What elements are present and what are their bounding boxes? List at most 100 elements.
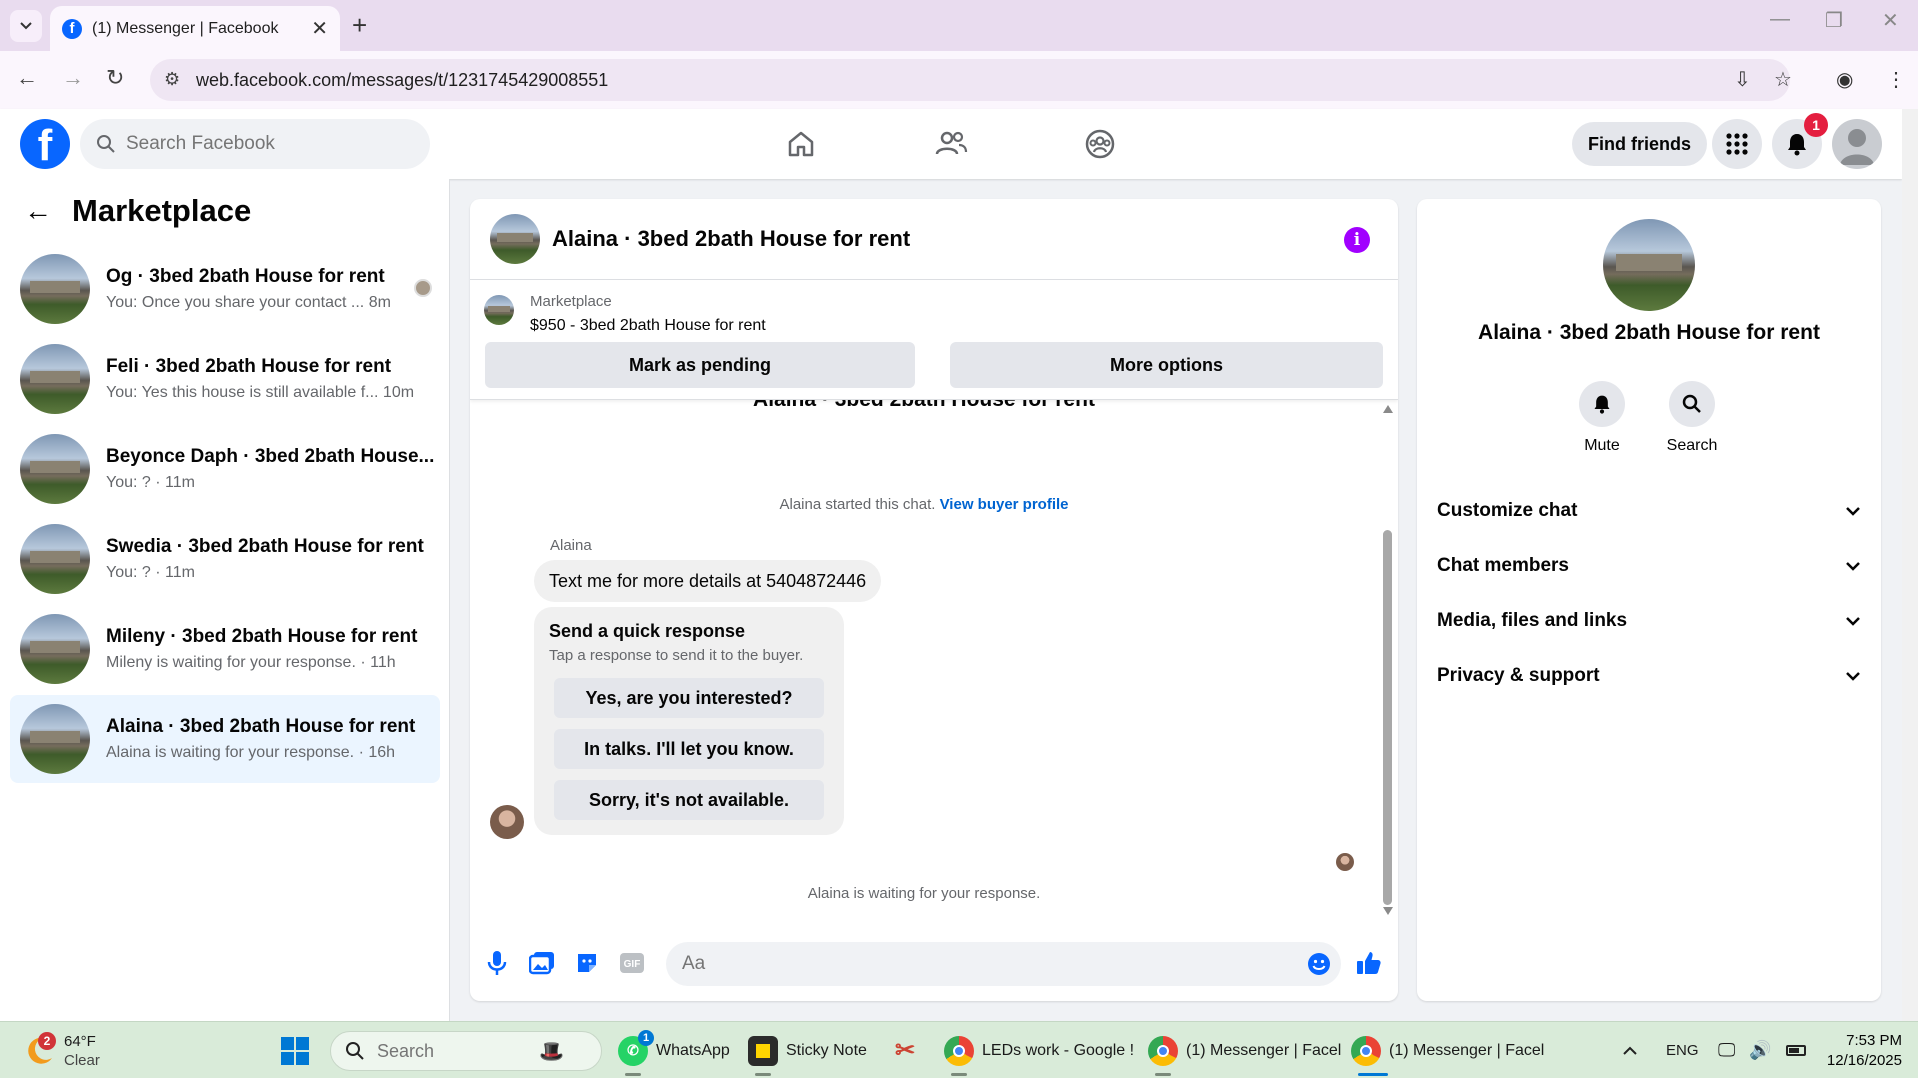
sender-avatar[interactable] xyxy=(490,805,524,839)
conversation-list-panel: ← Marketplace Og · 3bed 2bath House for … xyxy=(0,179,450,1021)
conversation-name: Swedia · 3bed 2bath House for rent xyxy=(106,536,424,557)
page-scrollbar[interactable] xyxy=(1902,109,1918,1021)
photo-icon[interactable] xyxy=(527,948,557,978)
privacy-support-section[interactable]: Privacy & support xyxy=(1437,654,1861,698)
mute-action[interactable]: Mute xyxy=(1557,381,1647,455)
forward-arrow-icon[interactable]: → xyxy=(62,65,84,91)
facebook-search[interactable] xyxy=(80,119,430,169)
close-window-icon[interactable]: ✕ xyxy=(1882,8,1899,33)
language-indicator[interactable]: ENG xyxy=(1666,1022,1699,1078)
facebook-favicon-icon: f xyxy=(62,18,82,39)
thumbs-up-icon[interactable] xyxy=(1354,948,1384,978)
message-input-box[interactable] xyxy=(666,942,1341,986)
scroll-down-icon[interactable] xyxy=(1382,906,1394,916)
media-files-section[interactable]: Media, files and links xyxy=(1437,599,1861,643)
listing-thumbnail xyxy=(20,434,90,504)
back-arrow-icon[interactable]: ← xyxy=(24,195,52,227)
search-action[interactable]: Search xyxy=(1647,381,1737,455)
taskbar-app-whatsapp[interactable]: ✆ 1 WhatsApp xyxy=(618,1022,730,1078)
weather-widget[interactable]: 2 64°F Clear xyxy=(22,1022,100,1078)
windows-logo-icon xyxy=(281,1036,309,1065)
facebook-search-input[interactable] xyxy=(126,133,406,155)
tab-title: (1) Messenger | Facebook xyxy=(92,19,279,37)
quick-response-option[interactable]: Yes, are you interested? xyxy=(554,678,824,718)
quick-response-option[interactable]: Sorry, it's not available. xyxy=(554,780,824,820)
message-bubble[interactable]: Text me for more details at 5404872446 xyxy=(534,560,882,602)
listing-banner: Marketplace $950 - 3bed 2bath House for … xyxy=(470,280,1398,400)
chrome-icon xyxy=(944,1035,974,1066)
view-buyer-profile-link[interactable]: View buyer profile xyxy=(940,496,1069,513)
taskbar-app-chrome-messenger-2[interactable]: (1) Messenger | Facel xyxy=(1351,1022,1544,1078)
snipping-tool-icon: ✂ xyxy=(894,1037,916,1064)
gif-icon[interactable]: GIF xyxy=(617,948,647,978)
taskbar-app-sticky-note[interactable]: Sticky Note xyxy=(748,1022,867,1078)
browser-tab[interactable]: f (1) Messenger | Facebook ✕ xyxy=(50,6,340,51)
conversation-item[interactable]: Og · 3bed 2bath House for rent You: Once… xyxy=(10,245,440,333)
chat-scrollbar[interactable] xyxy=(1378,400,1398,920)
tab-search-button[interactable] xyxy=(10,10,42,42)
conversation-item[interactable]: Mileny · 3bed 2bath House for rent Milen… xyxy=(10,605,440,693)
reload-icon[interactable]: ↻ xyxy=(106,65,124,91)
account-avatar[interactable] xyxy=(1832,119,1882,169)
clock[interactable]: 7:53 PM 12/16/2025 xyxy=(1810,1031,1902,1071)
show-hidden-icons[interactable] xyxy=(1622,1022,1638,1078)
conversation-time: 11m xyxy=(165,474,195,491)
groups-nav-icon[interactable] xyxy=(1070,121,1130,167)
find-friends-button[interactable]: Find friends xyxy=(1572,122,1707,166)
volume-icon: 🔊 xyxy=(1749,1040,1772,1060)
app-label: (1) Messenger | Facel xyxy=(1186,1041,1342,1059)
more-options-button[interactable]: More options xyxy=(950,342,1383,388)
restore-icon[interactable]: ❐ xyxy=(1825,8,1843,33)
section-label: Privacy & support xyxy=(1437,665,1600,686)
scroll-thumb[interactable] xyxy=(1383,530,1392,905)
conversation-item[interactable]: Swedia · 3bed 2bath House for rent You: … xyxy=(10,515,440,603)
chat-members-section[interactable]: Chat members xyxy=(1437,544,1861,588)
close-tab-icon[interactable]: ✕ xyxy=(311,16,328,41)
customize-chat-section[interactable]: Customize chat xyxy=(1437,489,1861,533)
conversation-item-active[interactable]: Alaina · 3bed 2bath House for rent Alain… xyxy=(10,695,440,783)
bookmark-star-icon[interactable]: ☆ xyxy=(1774,67,1792,92)
listing-thumbnail[interactable] xyxy=(484,295,514,325)
listing-thumbnail xyxy=(20,524,90,594)
menu-grid-button[interactable] xyxy=(1712,119,1762,169)
taskbar-app-chrome-leds[interactable]: LEDs work - Google ! xyxy=(944,1022,1134,1078)
emoji-icon[interactable] xyxy=(1307,952,1331,976)
taskbar: 2 64°F Clear 🎩 ✆ 1 WhatsApp Sticky Note … xyxy=(0,1021,1918,1078)
taskbar-app-chrome-messenger-1[interactable]: (1) Messenger | Facel xyxy=(1148,1022,1341,1078)
minimize-icon[interactable]: — xyxy=(1770,8,1790,31)
conversation-item[interactable]: Feli · 3bed 2bath House for rent You: Ye… xyxy=(10,335,440,423)
friends-nav-icon[interactable] xyxy=(921,121,981,167)
quick-response-option[interactable]: In talks. I'll let you know. xyxy=(554,729,824,769)
menu-kebab-icon[interactable]: ⋮ xyxy=(1886,67,1906,92)
svg-text:GIF: GIF xyxy=(624,959,641,970)
listing-thumbnail[interactable] xyxy=(490,214,540,264)
taskbar-app-snipping[interactable]: ✂ xyxy=(890,1022,920,1078)
system-tray[interactable]: 🖵 🔊 xyxy=(1718,1022,1806,1078)
conversation-item[interactable]: Beyonce Daph · 3bed 2bath House... You: … xyxy=(10,425,440,513)
profile-icon[interactable]: ◉ xyxy=(1836,67,1853,92)
sticker-icon[interactable] xyxy=(572,948,602,978)
taskbar-search[interactable]: 🎩 xyxy=(330,1031,602,1071)
info-icon[interactable]: i xyxy=(1344,227,1370,253)
back-arrow-icon[interactable]: ← xyxy=(16,65,38,91)
new-tab-button[interactable]: + xyxy=(352,10,367,41)
url-bar[interactable]: ⚙ web.facebook.com/messages/t/1231745429… xyxy=(150,59,1790,101)
install-app-icon[interactable]: ⇩ xyxy=(1734,67,1751,92)
home-nav-icon[interactable] xyxy=(771,121,831,167)
taskbar-search-input[interactable] xyxy=(377,1040,527,1062)
chat-title[interactable]: Alaina · 3bed 2bath House for rent xyxy=(552,226,910,252)
listing-thumbnail-large[interactable] xyxy=(1603,219,1695,311)
conversation-time: 16h xyxy=(368,744,396,761)
chrome-icon xyxy=(1351,1035,1381,1066)
facebook-logo-icon[interactable]: f xyxy=(20,119,70,169)
listing-thumbnail xyxy=(20,614,90,684)
scroll-up-icon[interactable] xyxy=(1382,404,1394,414)
microphone-icon[interactable] xyxy=(482,948,512,978)
message-input[interactable] xyxy=(682,953,1262,975)
conversation-preview: Mileny is waiting for your response. xyxy=(106,654,356,671)
listing-price[interactable]: $950 - 3bed 2bath House for rent xyxy=(530,317,766,335)
site-settings-icon[interactable]: ⚙ xyxy=(164,69,180,90)
chevron-down-icon xyxy=(1846,672,1860,681)
start-button[interactable] xyxy=(280,1022,310,1078)
mark-pending-button[interactable]: Mark as pending xyxy=(485,342,915,388)
